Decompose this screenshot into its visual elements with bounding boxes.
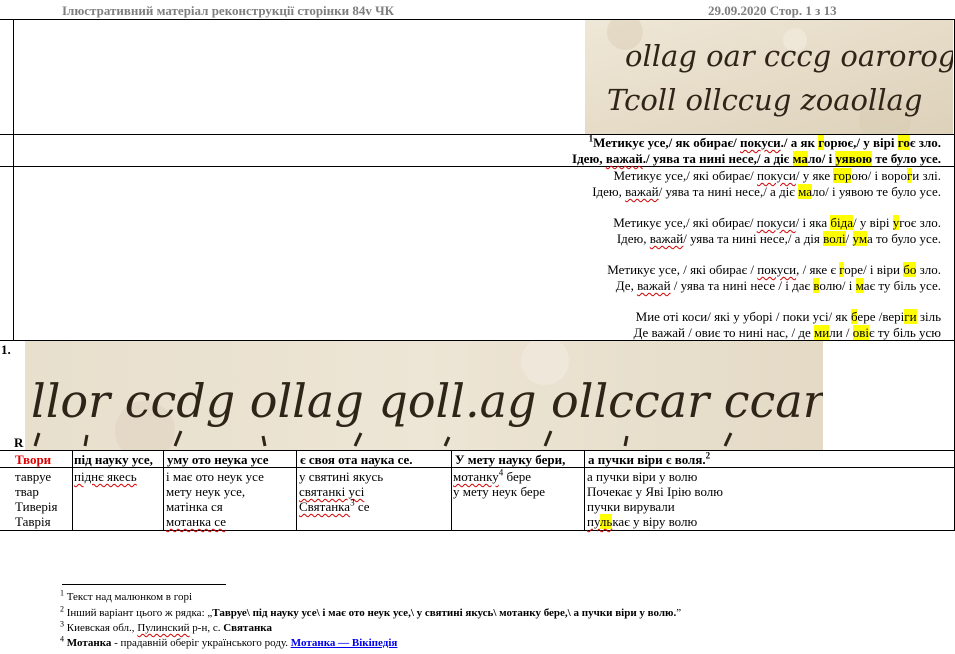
table-col-divider <box>72 450 73 530</box>
wikipedia-link[interactable]: Мотанка — Вікіпедія <box>291 637 398 649</box>
table-col-divider <box>163 450 164 530</box>
table-cell-col2: піднє якесь <box>74 469 137 484</box>
table-col-divider <box>451 450 452 530</box>
variant-4-line-2: Де важай / овиє то нині нас, / де мили /… <box>633 325 941 340</box>
table-row-divider <box>0 467 955 468</box>
variant-3-line-1: Метикує усе, / які обирає / покуси, / як… <box>607 262 941 277</box>
table-header-col6: а пучки віри є воля.2 <box>588 450 711 467</box>
row-letter-label: R <box>14 435 24 450</box>
variant-1-line-2: Ідею, важай/ уява та нині несе,/ а діє м… <box>592 184 941 199</box>
table-header-col4: є своя ота наука се. <box>300 452 413 467</box>
table-col-divider <box>13 19 14 340</box>
table-col-divider <box>296 450 297 530</box>
table-cell-col3: і має ото неук усе мету неук усе, матінка … <box>166 469 264 529</box>
table-header-col1: Твори <box>15 452 52 467</box>
document-header-title: Ілюстративний матеріал реконструкції сто… <box>62 3 395 18</box>
table-cell-col4: у святині якусь святанкі усі Святанка3 се <box>299 469 384 514</box>
document-header-date-page: 29.09.2020 Стор. 1 з 13 <box>708 3 837 18</box>
table-header-col2: під науку усе, <box>74 452 153 467</box>
caption-line-1: 1Метикує усе,/ як обирає/ покуси./ а як … <box>588 133 941 150</box>
row-number-label: 1. <box>1 342 11 357</box>
manuscript-text-line: ollag oar cccg oarorog <box>625 39 953 73</box>
variant-4-line-1: Мие оті коси/ які у уборі / поки усі/ як… <box>635 309 941 324</box>
manuscript-image-bottom: llor ccdg ollag qoll.ag ollccar ccarorog <box>25 341 823 450</box>
footnote-separator <box>62 584 226 585</box>
table-header-col5: У мету науку бери, <box>455 452 566 467</box>
table-cell-col1: тавруе твар Тиверія Таврія <box>15 469 58 529</box>
table-row-divider <box>0 450 955 451</box>
variant-2-line-2: Ідею, важай/ уява та нині несе,/ а дія в… <box>616 231 941 246</box>
caption-line-2: Ідею, важай./ уява та нині несе,/ а діє … <box>572 151 941 166</box>
footnote-1: 1 Текст над малюнком в горі <box>60 588 193 603</box>
table-header-col3: уму ото неука усе <box>167 452 269 467</box>
variant-2-line-1: Метикує усе,/ які обирає/ покуси/ і яка … <box>613 215 941 230</box>
manuscript-text-line: Tcoll ollccug zoaollag <box>607 83 922 117</box>
table-border-bottom <box>0 530 955 531</box>
manuscript-image-top: ollag oar cccg oarorog Tcoll ollccug zoa… <box>585 20 953 134</box>
footnote-2: 2 Інший варіант цього ж рядка: „Тавруе\ … <box>60 604 682 619</box>
table-cell-col5: мотанку4 бере у мету неук бере <box>453 467 545 499</box>
table-col-divider <box>584 450 585 530</box>
manuscript-text-line: llor ccdg ollag qoll.ag ollccar ccarorog <box>31 374 823 428</box>
variant-3-line-2: Де, важай / уява та нині несе / і дає во… <box>615 278 941 293</box>
table-cell-col6: а пучки віри у волю Почекає у Яві Ірію во… <box>587 469 723 529</box>
variant-1-line-1: Метикує усе,/ які обирає/ покуси/ у яке … <box>613 168 941 183</box>
footnote-4: 4 Мотанка - прадавній оберіг українськог… <box>60 634 398 649</box>
footnote-3: 3 Киевская обл., Пулинский р-н, с. Свята… <box>60 619 272 634</box>
